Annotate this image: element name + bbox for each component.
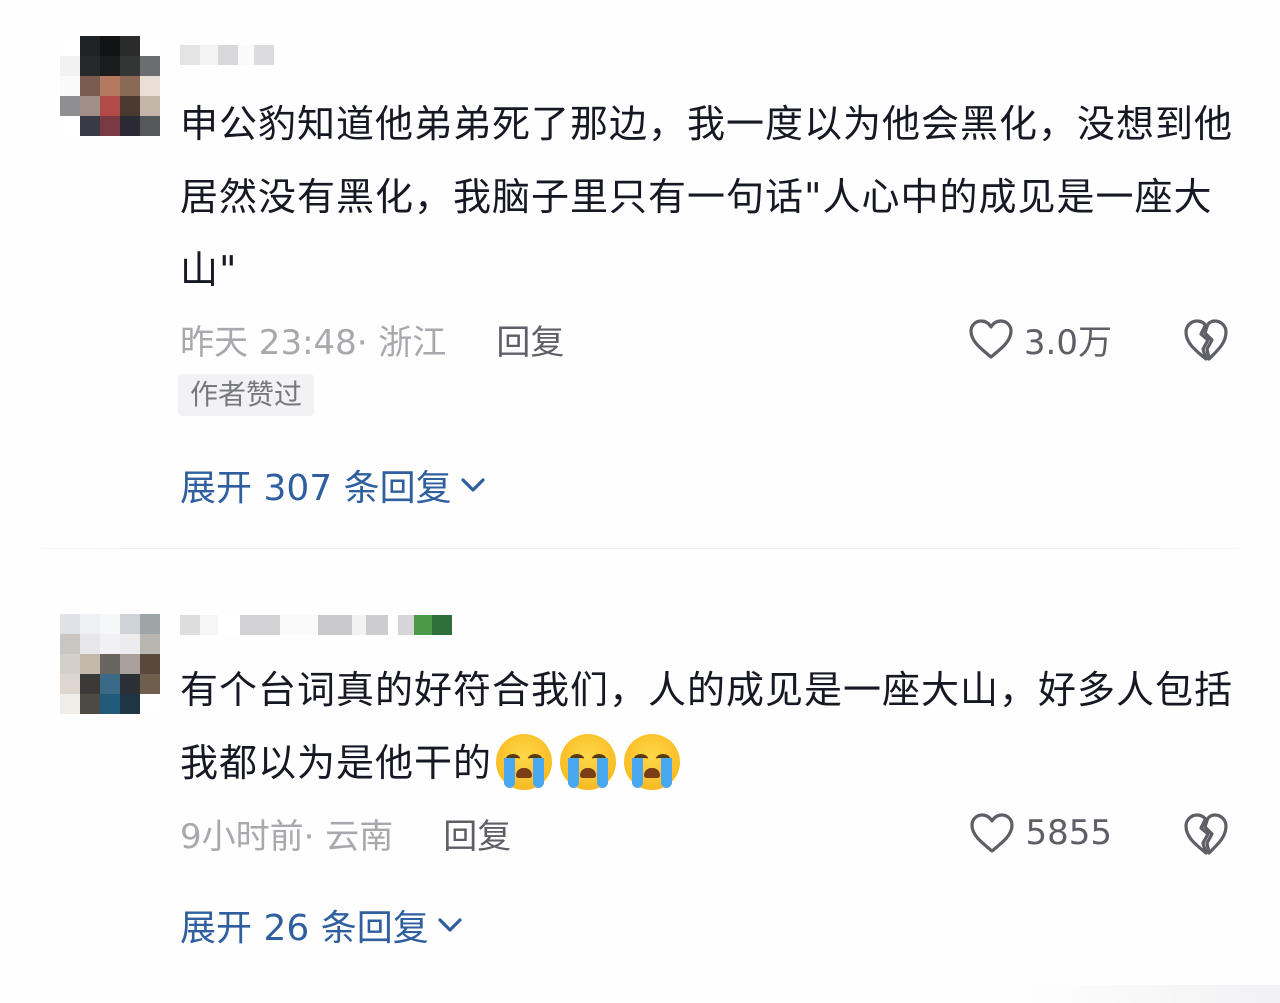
loudly-crying-face-icon [496,733,553,790]
comment-text: 有个台词真的好符合我们，人的成见是一座大山，好多人包括我都以为是他干的 [180,654,1240,800]
expand-replies-link[interactable]: 展开 26 条回复 [180,900,465,950]
heart-outline-icon [970,813,1015,853]
loudly-crying-face-icon [624,733,681,790]
comment-text: 申公豹知道他弟弟死了那边，我一度以为他会黑化，没想到他居然没有黑化，我脑子里只有… [180,102,1234,292]
expand-replies-label: 展开 307 条回复 [180,468,452,509]
heart-outline-icon [969,319,1013,359]
loudly-crying-face-icon [560,733,617,790]
comment-time: 昨天 23:48 [180,322,357,363]
expand-replies-label: 展开 26 条回复 [180,908,429,949]
username-blurred[interactable] [180,606,452,644]
chevron-down-icon [438,918,462,932]
like-button[interactable]: 5855 [969,808,1112,858]
comment-time: 9小时前 [180,816,304,857]
comment-location: · 浙江 [356,322,447,363]
like-count: 3.0万 [1023,322,1112,363]
comment-list: 申公豹知道他弟弟死了那边，我一度以为他会黑化，没想到他居然没有黑化，我脑子里只有… [0,0,1280,1003]
like-count: 5855 [1025,813,1112,853]
comment-meta: 9小时前 · 云南 回复 [180,808,511,858]
expand-replies-link[interactable]: 展开 307 条回复 [180,460,488,510]
emoji-group [496,733,681,790]
author-liked-badge: 作者赞过 [178,374,315,416]
like-button[interactable]: 3.0万 [968,314,1112,364]
comment-meta: 昨天 23:48 · 浙江 回复 [180,314,564,364]
broken-heart-icon[interactable] [1182,810,1230,858]
username-blurred[interactable] [180,36,274,74]
comment-item: 有个台词真的好符合我们，人的成见是一座大山，好多人包括我都以为是他干的 9小时前… [0,548,1280,1003]
watermark-strip [1020,985,1280,1003]
avatar[interactable] [60,614,160,714]
comment-text-content: 有个台词真的好符合我们，人的成见是一座大山，好多人包括我都以为是他干的 [180,668,1234,785]
reply-button[interactable]: 回复 [496,315,564,364]
reply-button[interactable]: 回复 [443,809,511,858]
comment-location: · 云南 [303,816,394,857]
chevron-down-icon [461,478,485,492]
avatar[interactable] [60,36,160,136]
broken-heart-icon[interactable] [1182,316,1230,364]
comment-item: 申公豹知道他弟弟死了那边，我一度以为他会黑化，没想到他居然没有黑化，我脑子里只有… [0,0,1280,548]
